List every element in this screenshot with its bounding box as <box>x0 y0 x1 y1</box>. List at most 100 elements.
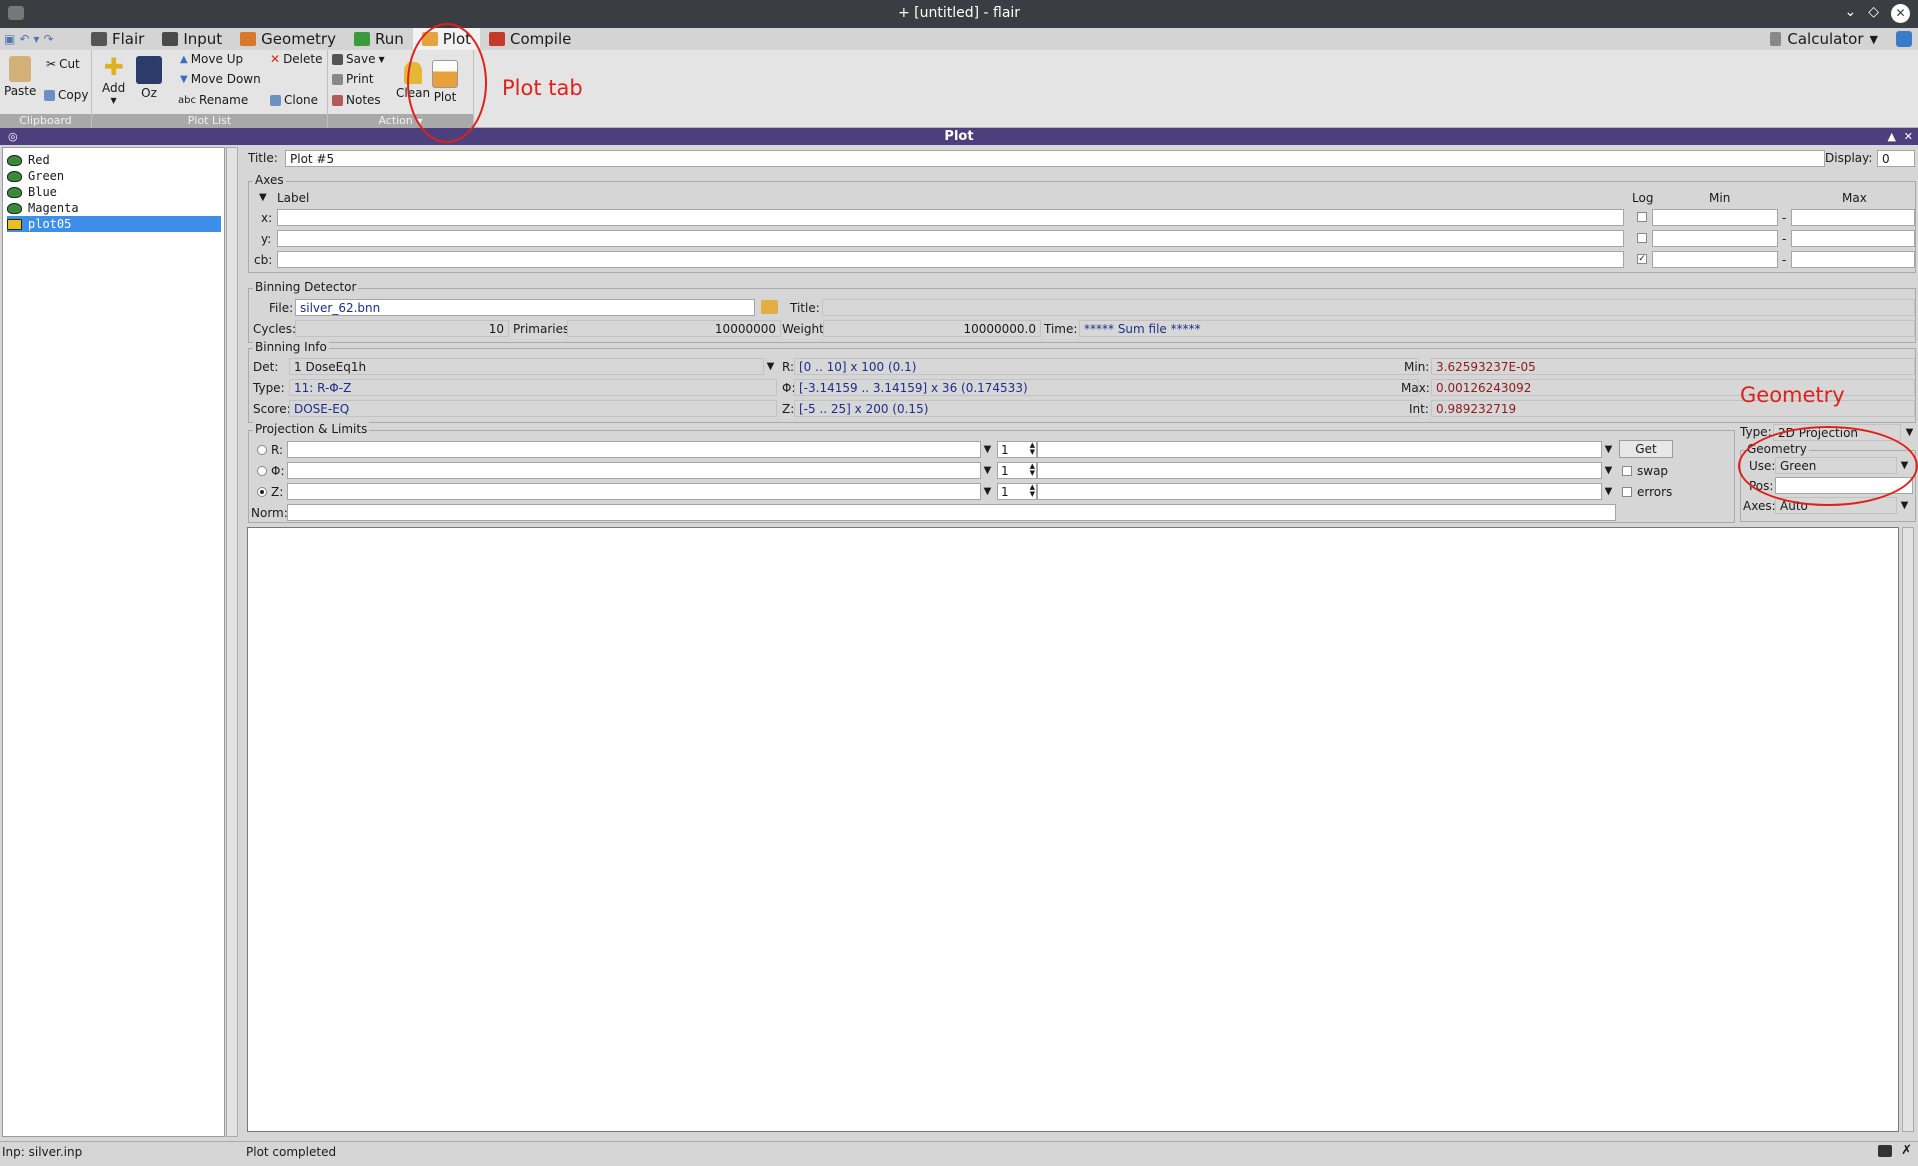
chevron-down-icon[interactable]: ▼ <box>1602 441 1615 458</box>
save-icon[interactable]: ▣ <box>4 32 15 46</box>
spin-arrows-icon[interactable]: ▲ ▼ <box>1030 463 1035 477</box>
spin-arrows-icon[interactable]: ▲ ▼ <box>1030 484 1035 498</box>
cut-button[interactable]: ✂ Cut <box>46 57 80 71</box>
list-item[interactable]: Magenta <box>7 200 221 216</box>
help-icon[interactable] <box>1896 31 1912 47</box>
panel-maximize-icon[interactable]: ▲ <box>1888 128 1896 145</box>
terminal-icon[interactable] <box>1878 1145 1892 1157</box>
copy-button[interactable]: Copy <box>44 88 88 102</box>
list-item[interactable]: Blue <box>7 184 221 200</box>
chevron-down-icon[interactable]: ▼ <box>1602 462 1615 479</box>
binning-detector-legend: Binning Detector <box>253 280 359 294</box>
axis-cb-max-input[interactable] <box>1791 251 1915 268</box>
dropdown-icon[interactable]: ▾ <box>33 32 39 46</box>
axis-x-label-input[interactable] <box>277 209 1624 226</box>
det-select[interactable]: 1 DoseEq1h <box>289 358 764 375</box>
axis-y-max-input[interactable] <box>1791 230 1915 247</box>
chevron-down-icon[interactable]: ▼ <box>1870 33 1878 46</box>
add-button[interactable]: ✚ Add ▼ <box>102 54 125 105</box>
chevron-down-icon[interactable]: ▼ <box>1602 483 1615 500</box>
tab-run[interactable]: Run <box>345 28 413 50</box>
arrow-down-icon: ▼ <box>180 73 188 85</box>
rename-button[interactable]: abc Rename <box>178 93 248 107</box>
chevron-down-icon[interactable]: ▼ <box>259 192 267 203</box>
app-menu-icon[interactable] <box>8 6 24 20</box>
geometry-icon <box>240 32 257 46</box>
projection-phi-spinbox[interactable]: 1 ▲ ▼ <box>997 462 1037 479</box>
oz-button[interactable]: Oz <box>136 56 162 100</box>
projection-phi-limits-input[interactable] <box>1037 462 1602 479</box>
close-icon[interactable]: ✕ <box>1891 4 1910 23</box>
type-value: 11: R-Φ-Z <box>289 379 777 396</box>
norm-input[interactable] <box>287 504 1616 521</box>
redo-icon[interactable]: ↷ <box>43 32 53 46</box>
chevron-down-icon[interactable]: ▼ <box>764 358 777 375</box>
projection-r-limits-input[interactable] <box>1037 441 1602 458</box>
tools-icon[interactable]: ✗ <box>1901 1143 1912 1158</box>
projection-r-spinbox[interactable]: 1 ▲ ▼ <box>997 441 1037 458</box>
tab-geometry[interactable]: Geometry <box>231 28 345 50</box>
projection-r-input[interactable] <box>287 441 981 458</box>
projection-r-radio[interactable] <box>257 445 267 455</box>
spin-arrows-icon[interactable]: ▲ ▼ <box>1030 442 1035 456</box>
projection-z-radio[interactable] <box>257 487 267 497</box>
delete-button[interactable]: ✕ Delete <box>270 52 323 66</box>
axis-cb-min-input[interactable] <box>1652 251 1778 268</box>
folder-open-icon[interactable] <box>761 300 778 314</box>
projection-z-input[interactable] <box>287 483 981 500</box>
tab-compile[interactable]: Compile <box>480 28 580 50</box>
r-label: R: <box>782 360 795 374</box>
swap-checkbox[interactable] <box>1622 466 1632 476</box>
print-button[interactable]: Print <box>332 72 374 86</box>
projection-z-limits-input[interactable] <box>1037 483 1602 500</box>
chevron-down-icon[interactable]: ▼ <box>1898 497 1911 514</box>
list-item-selected[interactable]: plot05 <box>7 216 221 232</box>
chevron-down-icon[interactable]: ▼ <box>981 441 994 458</box>
cycles-value: 10 <box>295 320 509 337</box>
file-label: File: <box>269 301 294 315</box>
projection-phi-radio[interactable] <box>257 466 267 476</box>
move-down-button[interactable]: ▼ Move Down <box>180 72 261 86</box>
get-button[interactable]: Get <box>1619 440 1673 458</box>
plot-list-scrollbar[interactable] <box>226 147 238 1137</box>
errors-label: errors <box>1637 485 1673 499</box>
plot-icon <box>7 186 22 198</box>
plot-area-scrollbar[interactable] <box>1902 527 1914 1132</box>
list-item[interactable]: Green <box>7 168 221 184</box>
panel-close-icon[interactable]: ✕ <box>1904 128 1913 145</box>
list-item[interactable]: Red <box>7 152 221 168</box>
undo-icon[interactable]: ↶ <box>19 32 29 46</box>
minimize-icon[interactable]: ⌄ <box>1844 4 1856 23</box>
chevron-down-icon[interactable]: ▼ <box>1903 424 1916 441</box>
errors-checkbox[interactable] <box>1622 487 1632 497</box>
axis-x-max-input[interactable] <box>1791 209 1915 226</box>
move-up-button[interactable]: ▲ Move Up <box>180 52 243 66</box>
paste-button[interactable]: Paste <box>4 56 36 98</box>
axis-cb-label-input[interactable] <box>277 251 1624 268</box>
title-input[interactable]: Plot #5 <box>285 150 1825 167</box>
maximize-icon[interactable]: ◇ <box>1868 4 1879 23</box>
chevron-down-icon[interactable]: ▼ <box>981 483 994 500</box>
axis-x-min-input[interactable] <box>1652 209 1778 226</box>
axis-y-min-input[interactable] <box>1652 230 1778 247</box>
tab-input[interactable]: Input <box>153 28 231 50</box>
chevron-down-icon: ▼ <box>110 96 117 105</box>
calculator-button[interactable]: Calculator ▼ <box>1770 30 1878 48</box>
axis-y-log-checkbox[interactable] <box>1637 233 1647 243</box>
tab-flair[interactable]: Flair <box>82 28 153 50</box>
panel-menu-icon[interactable]: ◎ <box>8 128 18 145</box>
axis-y-label-input[interactable] <box>277 230 1624 247</box>
notes-button[interactable]: Notes <box>332 93 381 107</box>
save-button[interactable]: Save ▼ <box>332 52 385 66</box>
clone-button[interactable]: Clone <box>270 93 318 107</box>
axis-y-label: y: <box>261 232 272 246</box>
chevron-down-icon[interactable]: ▼ <box>981 462 994 479</box>
axis-cb-log-checkbox[interactable]: ✓ <box>1637 254 1647 264</box>
file-input[interactable]: silver_62.bnn <box>295 299 755 316</box>
display-spinbox[interactable]: 0 <box>1877 150 1915 167</box>
axis-x-log-checkbox[interactable] <box>1637 212 1647 222</box>
projection-phi-input[interactable] <box>287 462 981 479</box>
plot-notes-area[interactable] <box>247 527 1899 1132</box>
time-value: ***** Sum file ***** <box>1079 320 1915 337</box>
projection-z-spinbox[interactable]: 1 ▲ ▼ <box>997 483 1037 500</box>
